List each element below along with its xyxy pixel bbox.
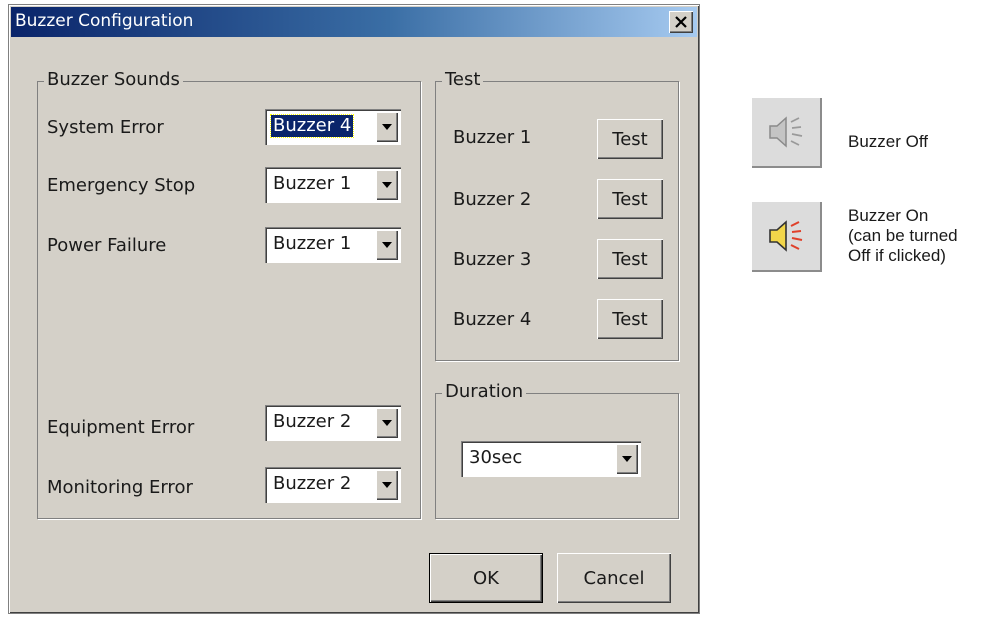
test-buzzer-2-button[interactable]: Test	[597, 179, 663, 219]
monitoring-error-value: Buzzer 2	[273, 473, 352, 494]
title-bar[interactable]: Buzzer Configuration	[11, 7, 697, 37]
chevron-down-icon	[622, 456, 632, 462]
equipment-error-select[interactable]: Buzzer 2	[265, 405, 401, 441]
buzzer-sounds-title: Buzzer Sounds	[44, 69, 183, 91]
equipment-error-value: Buzzer 2	[273, 411, 352, 432]
duration-value: 30sec	[469, 447, 523, 468]
buzzer-configuration-dialog: Buzzer Configuration Buzzer Sounds Syste…	[8, 4, 700, 614]
chevron-down-icon	[382, 482, 392, 488]
buzzer-on-caption-line2: (can be turned	[848, 226, 958, 245]
emergency-stop-select[interactable]: Buzzer 1	[265, 167, 401, 203]
power-failure-value: Buzzer 1	[273, 233, 352, 254]
dropdown-button[interactable]	[376, 170, 398, 200]
chevron-down-icon	[382, 124, 392, 130]
system-error-select[interactable]: Buzzer 4	[265, 109, 401, 145]
window-title: Buzzer Configuration	[15, 11, 194, 31]
system-error-value: Buzzer 4	[269, 114, 355, 138]
test-button-label: Test	[612, 308, 648, 330]
test-buzzer-4-label: Buzzer 4	[453, 309, 532, 330]
monitoring-error-label: Monitoring Error	[47, 477, 193, 498]
test-buzzer-2-label: Buzzer 2	[453, 189, 532, 210]
buzzer-off-sample	[750, 96, 822, 168]
chevron-down-icon	[382, 242, 392, 248]
test-button-label: Test	[612, 188, 648, 210]
buzzer-on-caption-line3: Off if clicked)	[848, 246, 946, 265]
dropdown-button[interactable]	[376, 470, 398, 500]
cancel-button[interactable]: Cancel	[557, 553, 671, 603]
power-failure-label: Power Failure	[47, 235, 167, 256]
buzzer-on-sample	[750, 200, 822, 272]
ok-button[interactable]: OK	[429, 553, 543, 603]
dropdown-button[interactable]	[616, 444, 638, 474]
emergency-stop-value: Buzzer 1	[273, 173, 352, 194]
test-buzzer-1-button[interactable]: Test	[597, 119, 663, 159]
test-title: Test	[442, 69, 484, 91]
speaker-sounding-icon	[769, 220, 803, 252]
cancel-label: Cancel	[583, 567, 645, 589]
buzzer-on-caption-line1: Buzzer On	[848, 206, 929, 225]
test-button-label: Test	[612, 128, 648, 150]
duration-title: Duration	[442, 381, 527, 403]
duration-select[interactable]: 30sec	[461, 441, 641, 477]
close-icon	[675, 16, 687, 28]
dropdown-button[interactable]	[376, 112, 398, 142]
ok-label: OK	[473, 567, 499, 589]
dropdown-button[interactable]	[376, 408, 398, 438]
chevron-down-icon	[382, 182, 392, 188]
test-buzzer-3-label: Buzzer 3	[453, 249, 532, 270]
power-failure-select[interactable]: Buzzer 1	[265, 227, 401, 263]
test-buzzer-3-button[interactable]: Test	[597, 239, 663, 279]
dropdown-button[interactable]	[376, 230, 398, 260]
buzzer-off-caption: Buzzer Off	[848, 132, 928, 151]
test-button-label: Test	[612, 248, 648, 270]
monitoring-error-select[interactable]: Buzzer 2	[265, 467, 401, 503]
emergency-stop-label: Emergency Stop	[47, 175, 196, 196]
test-buzzer-1-label: Buzzer 1	[453, 127, 532, 148]
buzzer-sounds-group: Buzzer Sounds	[37, 69, 421, 519]
close-button[interactable]	[669, 11, 693, 33]
speaker-muted-icon	[769, 116, 803, 148]
equipment-error-label: Equipment Error	[47, 417, 195, 438]
system-error-label: System Error	[47, 117, 164, 138]
test-buzzer-4-button[interactable]: Test	[597, 299, 663, 339]
chevron-down-icon	[382, 420, 392, 426]
